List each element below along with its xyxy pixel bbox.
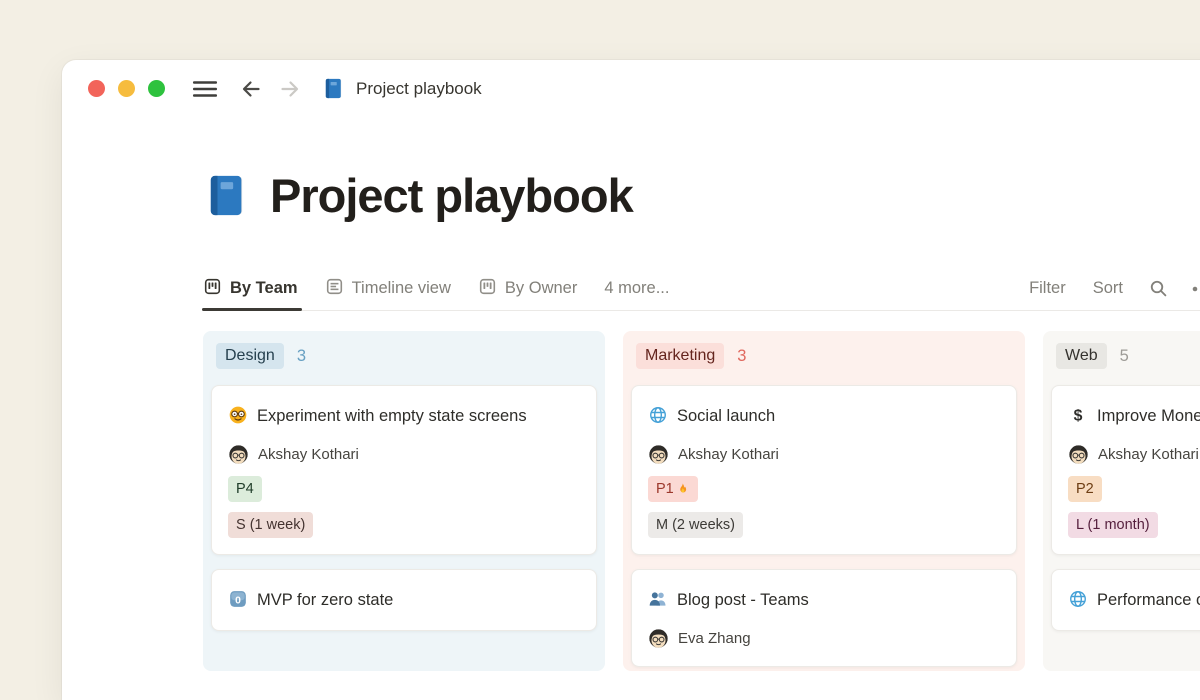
column-header: Design 3 — [211, 343, 597, 369]
card-title: 0 MVP for zero state — [228, 586, 580, 614]
board-column-marketing: Marketing 3 Social launch Akshay Kothari P1 M… — [623, 331, 1025, 671]
card-title: $ Improve Monetization — [1068, 402, 1200, 430]
tag-l-1-month-[interactable]: L (1 month) — [1068, 512, 1158, 538]
avatar — [1068, 444, 1089, 465]
globe-icon — [1068, 589, 1088, 609]
avatar — [648, 628, 669, 649]
board-view-icon — [478, 277, 497, 301]
page-title[interactable]: Project playbook — [270, 168, 633, 223]
sidebar-menu-icon[interactable] — [192, 79, 218, 99]
card-title: Experiment with empty state screens — [228, 402, 580, 430]
dollar-icon: $ — [1068, 405, 1088, 425]
column-name-badge[interactable]: Web — [1056, 343, 1107, 369]
close-window-button[interactable] — [88, 80, 105, 97]
nerd-face-icon — [228, 405, 248, 425]
page-book-icon — [322, 77, 345, 100]
avatar — [648, 444, 669, 465]
tab-label: By Team — [230, 279, 298, 298]
sort-button[interactable]: Sort — [1093, 279, 1123, 298]
board-card[interactable]: 0 MVP for zero state — [211, 569, 597, 631]
owner-name: Eva Zhang — [678, 630, 751, 647]
tab-by-owner[interactable]: By Owner — [478, 267, 577, 310]
tab-label: By Owner — [505, 279, 577, 298]
card-tag-row: P1 — [648, 476, 1000, 502]
board-view-icon — [203, 277, 222, 301]
back-arrow-icon[interactable] — [239, 77, 263, 101]
forward-arrow-icon[interactable] — [278, 77, 302, 101]
fire-icon — [675, 482, 690, 497]
tag-p1[interactable]: P1 — [648, 476, 698, 502]
card-tag-row: L (1 month) — [1068, 512, 1200, 538]
card-title-text: Social launch — [677, 407, 775, 425]
board-card[interactable]: Social launch Akshay Kothari P1 M (2 weeks) — [631, 385, 1017, 555]
tab-by-team[interactable]: By Team — [203, 267, 298, 310]
owner-name: Akshay Kothari — [1098, 446, 1199, 463]
page-title-book-icon[interactable] — [203, 172, 250, 219]
column-card-count: 3 — [297, 347, 306, 366]
card-owner: Akshay Kothari — [1068, 442, 1200, 466]
column-name-badge[interactable]: Marketing — [636, 343, 724, 369]
column-card-count: 3 — [737, 347, 746, 366]
card-title-text: Experiment with empty state screens — [257, 407, 527, 425]
card-owner: Akshay Kothari — [648, 442, 1000, 466]
svg-text:0: 0 — [235, 595, 241, 606]
view-tabs-bar: By Team Timeline view By Owner 4 more...… — [203, 267, 1200, 311]
card-title-text: Improve Monetization — [1097, 407, 1200, 425]
owner-name: Akshay Kothari — [678, 446, 779, 463]
tab-timeline-view[interactable]: Timeline view — [325, 267, 451, 310]
tag-s-1-week-[interactable]: S (1 week) — [228, 512, 313, 538]
tab-label: 4 more... — [604, 279, 669, 298]
board-column-web: Web 5 $ Improve Monetization Akshay Kothari P… — [1043, 331, 1200, 671]
tag-m-2-weeks-[interactable]: M (2 weeks) — [648, 512, 743, 538]
globe-icon — [648, 405, 668, 425]
card-tag-row: M (2 weeks) — [648, 512, 1000, 538]
app-window: Project playbook Project playbook By Tea… — [62, 60, 1200, 700]
card-title: Blog post - Teams — [648, 586, 1000, 614]
tag-p2[interactable]: P2 — [1068, 476, 1102, 502]
tab-label: Timeline view — [352, 279, 451, 298]
board-card[interactable]: Blog post - Teams Eva Zhang — [631, 569, 1017, 667]
avatar — [228, 444, 249, 465]
zoom-window-button[interactable] — [148, 80, 165, 97]
timeline-view-icon — [325, 277, 344, 301]
card-title-text: Performance optimization — [1097, 591, 1200, 609]
keycap-zero-icon: 0 — [228, 589, 248, 609]
column-header: Web 5 — [1051, 343, 1200, 369]
busts-icon — [648, 589, 668, 609]
column-cards: $ Improve Monetization Akshay Kothari P2 L (… — [1051, 385, 1200, 631]
page-header: Project playbook — [203, 167, 1200, 223]
more-options-icon[interactable] — [1191, 278, 1200, 299]
view-controls: Filter Sort — [1029, 278, 1200, 299]
board-card[interactable]: Performance optimization — [1051, 569, 1200, 631]
window-title[interactable]: Project playbook — [356, 79, 482, 99]
column-card-count: 5 — [1120, 347, 1129, 366]
card-title: Performance optimization — [1068, 586, 1200, 614]
page-content: Project playbook By Team Timeline view B… — [203, 167, 1200, 671]
tag-p4[interactable]: P4 — [228, 476, 262, 502]
kanban-board: Design 3 Experiment with empty state scree… — [203, 331, 1200, 671]
tab-more-views[interactable]: 4 more... — [604, 267, 669, 310]
card-title: Social launch — [648, 402, 1000, 430]
svg-text:$: $ — [1074, 408, 1083, 425]
column-header: Marketing 3 — [631, 343, 1017, 369]
window-chrome: Project playbook — [62, 60, 1200, 97]
search-icon[interactable] — [1148, 278, 1169, 299]
card-tag-row: S (1 week) — [228, 512, 580, 538]
minimize-window-button[interactable] — [118, 80, 135, 97]
board-card[interactable]: $ Improve Monetization Akshay Kothari P2 L (… — [1051, 385, 1200, 555]
filter-button[interactable]: Filter — [1029, 279, 1066, 298]
column-cards: Experiment with empty state screens Aksha… — [211, 385, 597, 631]
card-title-text: Blog post - Teams — [677, 591, 809, 609]
card-owner: Akshay Kothari — [228, 442, 580, 466]
column-cards: Social launch Akshay Kothari P1 M (2 weeks)… — [631, 385, 1017, 667]
board-card[interactable]: Experiment with empty state screens Aksha… — [211, 385, 597, 555]
card-tag-row: P4 — [228, 476, 580, 502]
card-title-text: MVP for zero state — [257, 591, 393, 609]
card-tag-row: P2 — [1068, 476, 1200, 502]
traffic-lights — [88, 80, 165, 97]
board-column-design: Design 3 Experiment with empty state scree… — [203, 331, 605, 671]
column-name-badge[interactable]: Design — [216, 343, 284, 369]
owner-name: Akshay Kothari — [258, 446, 359, 463]
